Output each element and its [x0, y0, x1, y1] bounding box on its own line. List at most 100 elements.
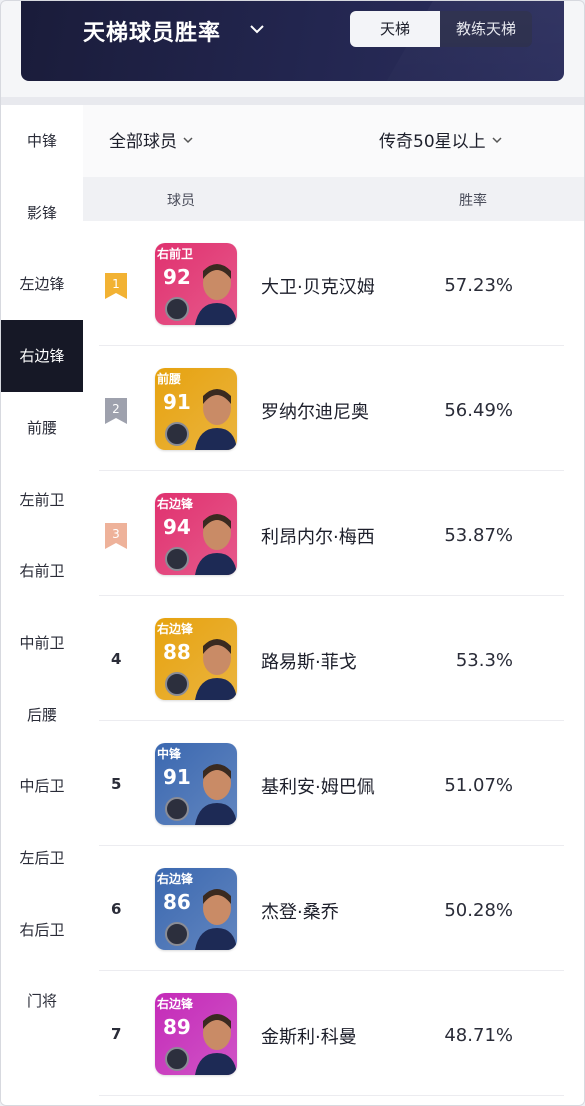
win-rate: 48.71%: [444, 1025, 513, 1046]
player-name: 罗纳尔迪尼奥: [261, 402, 369, 423]
level-filter-label: 传奇50星以上: [379, 132, 486, 152]
position-sidebar: 中锋 影锋 左边锋 右边锋 前腰 左前卫 右前卫 中前卫 后腰 中后卫 左后卫 右后卫 门将: [1, 105, 83, 1105]
card-badge-icon: [165, 1047, 189, 1071]
win-rate: 53.3%: [455, 650, 513, 671]
player-portrait-icon: [195, 889, 237, 950]
card-rating: 89: [163, 1015, 191, 1039]
app-frame: 天梯球员胜率 天梯 教练天梯 全部球员 传奇50星以上 中锋 影锋 左边锋 右边锋 前腰…: [0, 0, 585, 1106]
card-rating: 91: [163, 765, 191, 789]
table-row[interactable]: 5 中锋 91 基利安·姆巴佩 51.07%: [83, 721, 584, 846]
player-portrait-icon: [195, 1014, 237, 1075]
player-card[interactable]: 右边锋 86: [155, 868, 237, 950]
table-row[interactable]: 6 右边锋 86 杰登·桑乔 50.28%: [83, 846, 584, 971]
rank-number: 4: [111, 650, 122, 668]
sidebar-item[interactable]: 左前卫: [1, 464, 83, 536]
tab-coach-ladder[interactable]: 教练天梯: [440, 11, 532, 47]
sidebar-item[interactable]: 右前卫: [1, 535, 83, 607]
player-filter-label: 全部球员: [109, 132, 177, 152]
rank-ribbon-icon: 2: [105, 398, 127, 424]
player-portrait-icon: [195, 389, 237, 450]
card-rating: 86: [163, 890, 191, 914]
card-position: 右边锋: [157, 872, 194, 886]
rank-number: 6: [111, 900, 122, 918]
rank-number: 1: [112, 277, 120, 291]
sidebar-item[interactable]: 中后卫: [1, 750, 83, 822]
level-filter-dropdown[interactable]: 传奇50星以上: [379, 127, 504, 152]
header-banner: 天梯球员胜率 天梯 教练天梯: [21, 1, 564, 81]
sidebar-item[interactable]: 中前卫: [1, 607, 83, 679]
card-position: 右边锋: [157, 622, 194, 636]
card-badge-icon: [165, 547, 189, 571]
rank-number: 2: [112, 402, 120, 416]
table-header: 球员 胜率: [83, 177, 584, 221]
rank-number: 7: [111, 1025, 122, 1043]
card-badge-icon: [165, 922, 189, 946]
player-name: 利昂内尔·梅西: [261, 527, 375, 548]
win-rate: 50.28%: [444, 900, 513, 921]
sidebar-item[interactable]: 中锋: [1, 105, 83, 177]
card-badge-icon: [165, 672, 189, 696]
table-row[interactable]: 7 右边锋 89 金斯利·科曼 48.71%: [83, 971, 584, 1096]
win-rate: 53.87%: [444, 525, 513, 546]
sidebar-item[interactable]: 右后卫: [1, 894, 83, 966]
player-card[interactable]: 中锋 91: [155, 743, 237, 825]
player-card[interactable]: 右边锋 88: [155, 618, 237, 700]
divider: [1, 97, 584, 105]
sidebar-item[interactable]: 后腰: [1, 679, 83, 751]
column-header-rate: 胜率: [459, 193, 487, 209]
player-portrait-icon: [195, 639, 237, 700]
rank-ribbon-icon: 1: [105, 273, 127, 299]
sidebar-item[interactable]: 门将: [1, 965, 83, 1037]
player-portrait-icon: [195, 514, 237, 575]
filter-bar: 全部球员 传奇50星以上: [83, 105, 584, 177]
player-filter-dropdown[interactable]: 全部球员: [109, 127, 195, 152]
player-name: 路易斯·菲戈: [261, 652, 357, 673]
table-row[interactable]: 2 前腰 91 罗纳尔迪尼奥 56.49%: [83, 346, 584, 471]
player-portrait-icon: [195, 764, 237, 825]
card-badge-icon: [165, 297, 189, 321]
page-title[interactable]: 天梯球员胜率: [83, 15, 221, 47]
player-card[interactable]: 前腰 91: [155, 368, 237, 450]
card-rating: 92: [163, 265, 191, 289]
sidebar-item[interactable]: 左边锋: [1, 248, 83, 320]
column-header-player: 球员: [167, 193, 195, 209]
chevron-down-icon: [492, 136, 502, 143]
card-position: 右前卫: [157, 247, 194, 261]
table-row[interactable]: 4 右边锋 88 路易斯·菲戈 53.3%: [83, 596, 584, 721]
player-name: 金斯利·科曼: [261, 1027, 357, 1048]
sidebar-item[interactable]: 左后卫: [1, 822, 83, 894]
win-rate-table: 球员 胜率 1 右前卫 92 大卫·贝克汉姆 57.23% 2 前腰 91 罗纳尔迪尼奥 56.4…: [83, 177, 584, 1105]
player-card[interactable]: 右前卫 92: [155, 243, 237, 325]
card-position: 前腰: [157, 372, 182, 386]
card-rating: 88: [163, 640, 191, 664]
table-row[interactable]: 1 右前卫 92 大卫·贝克汉姆 57.23%: [83, 221, 584, 346]
sidebar-item[interactable]: 影锋: [1, 177, 83, 249]
win-rate: 56.49%: [444, 400, 513, 421]
rank-number: 3: [112, 527, 120, 541]
card-position: 右边锋: [157, 497, 194, 511]
tab-ladder[interactable]: 天梯: [350, 11, 440, 47]
chevron-down-icon: [183, 136, 193, 143]
player-portrait-icon: [195, 264, 237, 325]
sidebar-item[interactable]: 前腰: [1, 392, 83, 464]
card-badge-icon: [165, 422, 189, 446]
sidebar-item[interactable]: 右边锋: [1, 320, 83, 393]
card-rating: 94: [163, 515, 191, 539]
card-badge-icon: [165, 797, 189, 821]
card-position: 右边锋: [157, 997, 194, 1011]
player-card[interactable]: 右边锋 89: [155, 993, 237, 1075]
player-card[interactable]: 右边锋 94: [155, 493, 237, 575]
card-position: 中锋: [157, 747, 182, 761]
rank-number: 5: [111, 775, 122, 793]
card-rating: 91: [163, 390, 191, 414]
mode-tabs: 天梯 教练天梯: [350, 11, 532, 47]
win-rate: 51.07%: [444, 775, 513, 796]
row-divider: [99, 1095, 564, 1096]
player-name: 大卫·贝克汉姆: [261, 277, 375, 298]
rank-ribbon-icon: 3: [105, 523, 127, 549]
player-name: 杰登·桑乔: [261, 902, 339, 923]
chevron-down-icon[interactable]: [247, 19, 267, 39]
player-name: 基利安·姆巴佩: [261, 777, 375, 798]
win-rate: 57.23%: [444, 275, 513, 296]
table-row[interactable]: 3 右边锋 94 利昂内尔·梅西 53.87%: [83, 471, 584, 596]
